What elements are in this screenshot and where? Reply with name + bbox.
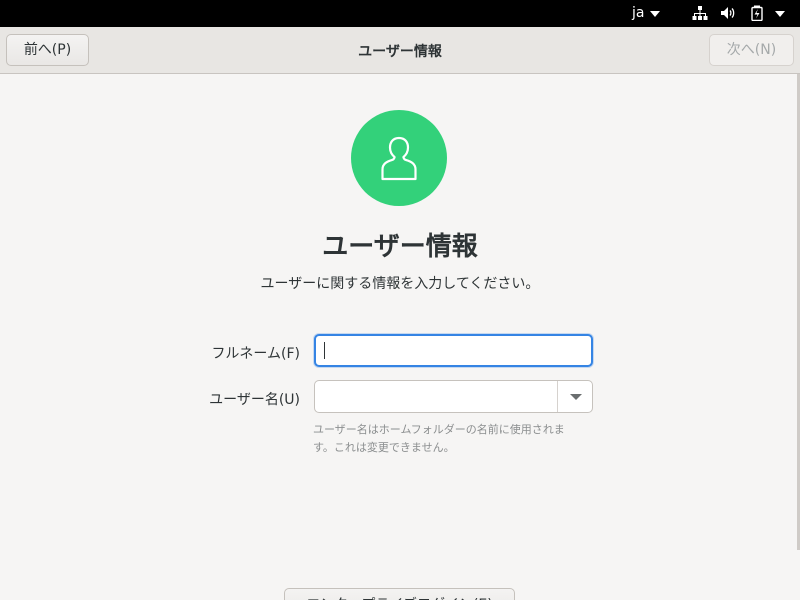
battery-icon[interactable] xyxy=(749,5,765,21)
language-caret-icon[interactable] xyxy=(650,11,660,17)
chevron-down-icon[interactable] xyxy=(570,394,582,400)
combo-divider xyxy=(557,381,558,412)
username-combo[interactable] xyxy=(314,380,593,413)
username-hint: ユーザー名はホームフォルダーの名前に使用されま す。これは変更できません。 xyxy=(313,421,603,457)
hint-line-2: す。これは変更できません。 xyxy=(313,441,455,454)
top-bar: ja xyxy=(0,0,800,27)
system-menu-caret-icon[interactable] xyxy=(775,11,785,17)
language-indicator[interactable]: ja xyxy=(632,5,644,22)
next-button[interactable]: 次へ(N) xyxy=(709,34,794,66)
enterprise-login-button[interactable]: エンタープライズログイン(E) xyxy=(284,588,515,600)
user-avatar[interactable] xyxy=(351,110,447,206)
header-bar: 前へ(P) ユーザー情報 次へ(N) xyxy=(0,27,800,74)
page-title: ユーザー情報 xyxy=(322,232,478,262)
user-avatar-icon xyxy=(381,136,417,181)
volume-icon[interactable] xyxy=(720,5,736,21)
network-wired-icon[interactable] xyxy=(692,5,708,21)
page-subtitle: ユーザーに関する情報を入力してください。 xyxy=(260,276,540,292)
text-cursor xyxy=(324,342,325,359)
hint-line-1: ユーザー名はホームフォルダーの名前に使用されま xyxy=(313,423,565,436)
fullname-label: フルネーム(F) xyxy=(211,346,300,362)
fullname-input[interactable] xyxy=(314,334,593,367)
username-label: ユーザー名(U) xyxy=(209,392,300,408)
header-title: ユーザー情報 xyxy=(358,44,442,60)
